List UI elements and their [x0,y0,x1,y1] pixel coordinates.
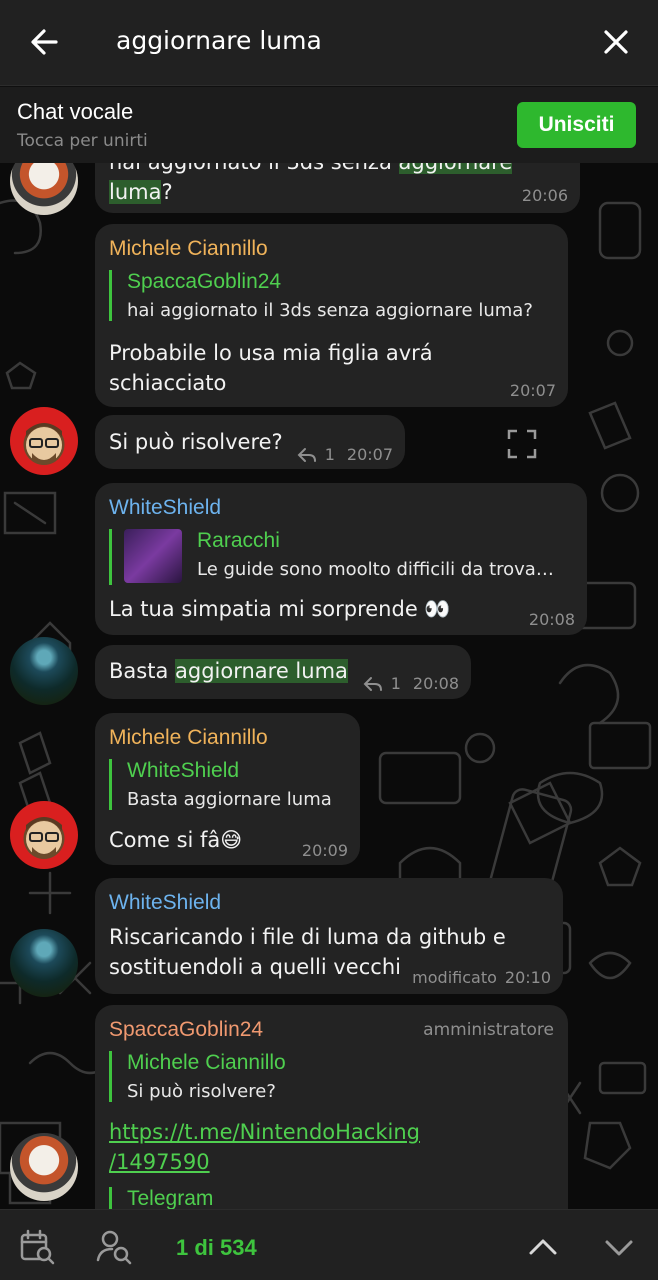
message-bubble[interactable]: hai aggiornato il 3ds senza aggiornare l… [95,163,580,213]
message-link[interactable]: /1497590 [109,1147,210,1177]
search-highlight: luma [109,180,162,204]
message-bubble[interactable]: Michele Ciannillo SpaccaGoblin24 hai agg… [95,224,568,407]
search-bar: aggiornare luma [0,0,658,86]
sender-name[interactable]: Michele Ciannillo [109,726,268,750]
search-result-counter: 1 di 534 [176,1235,257,1260]
message-text: Probabile lo usa mia figlia avrá [109,341,433,365]
reply-count-icon [363,676,382,691]
reply-count-icon [297,447,316,462]
sender-name[interactable]: WhiteShield [109,496,221,520]
edited-label: modificato [412,968,497,987]
message-bubble[interactable]: Si può risolvere? 1 20:07 [95,415,405,469]
reply-count: 1 [324,445,335,464]
reply-text: Si può risolvere? [127,1081,276,1102]
reply-quote[interactable]: SpaccaGoblin24 hai aggiornato il 3ds sen… [109,270,533,321]
avatar[interactable] [10,407,78,475]
sender-name[interactable]: Michele Ciannillo [109,237,268,261]
message-bubble[interactable]: Michele Ciannillo WhiteShield Basta aggi… [95,713,360,865]
message-time: 20:08 [528,610,575,629]
reply-sender: Michele Ciannillo [127,1051,286,1074]
reply-text: Basta aggiornare luma [127,789,332,810]
reply-text: hai aggiornato il 3ds senza aggiornare l… [127,300,533,321]
search-query-input[interactable]: aggiornare luma [116,26,322,55]
user-search-icon[interactable] [95,1228,133,1266]
message-text: sostituendoli a quelli vecchi [109,955,401,979]
message-text: Come si fâ😅 [109,828,243,852]
message-time: 20:07 [509,381,556,400]
avatar[interactable] [10,1133,78,1201]
message-text: hai aggiornato il 3ds senza [109,163,399,174]
search-navigation-bar: 1 di 534 [0,1209,658,1280]
avatar[interactable] [10,637,78,705]
reply-count: 1 [390,674,401,693]
chevron-up-icon[interactable] [524,1228,562,1266]
message-text: Riscaricando i file di luma da github e [109,925,506,949]
reply-quote[interactable]: Raracchi Le guide sono moolto difficili … [109,529,554,585]
message-list[interactable]: hai aggiornato il 3ds senza aggiornare l… [0,163,658,1209]
message-link[interactable]: https://t.me/NintendoHacking [109,1117,420,1147]
link-preview[interactable]: Telegram [109,1187,213,1209]
sender-name[interactable]: WhiteShield [109,891,221,915]
reply-sender: Raracchi [197,529,280,552]
reply-thumbnail [124,529,182,583]
avatar-face-icon [26,423,62,465]
message-time: 20:08 [412,674,459,693]
message-text: ? [161,180,173,204]
message-text: Basta [109,659,175,683]
message-bubble[interactable]: Basta aggiornare luma 1 20:08 [95,645,471,699]
voice-chat-subtitle: Tocca per unirti [17,131,148,151]
close-icon[interactable] [596,22,636,62]
voice-chat-banner[interactable]: Chat vocale Tocca per unirti Unisciti [0,87,658,163]
join-voice-chat-button[interactable]: Unisciti [517,102,636,148]
message-bubble[interactable]: SpaccaGoblin24 amministratore Michele Ci… [95,1005,568,1209]
reply-text: Le guide sono moolto difficili da trova… [197,559,554,580]
message-text: La tua simpatia mi sorprende 👀 [109,597,451,621]
search-highlight: aggiornare [398,163,513,174]
sender-name[interactable]: SpaccaGoblin24 [109,1018,263,1042]
reply-quote[interactable]: Michele Ciannillo Si può risolvere? [109,1051,286,1102]
message-time: 20:06 [521,186,568,205]
avatar-face-icon [26,817,62,859]
message-bubble[interactable]: WhiteShield Raracchi Le guide sono moolt… [95,483,587,635]
message-time: 20:07 [346,445,393,464]
expand-icon[interactable] [505,427,539,461]
reply-quote[interactable]: WhiteShield Basta aggiornare luma [109,759,332,810]
reply-sender: WhiteShield [127,759,240,782]
search-highlight: aggiornare luma [175,659,348,683]
admin-badge: amministratore [423,1020,554,1040]
message-time: 20:09 [301,841,348,860]
avatar[interactable] [10,801,78,869]
link-preview-title: Telegram [127,1187,214,1209]
message-bubble[interactable]: WhiteShield Riscaricando i file di luma … [95,878,563,994]
message-text: schiacciato [109,371,227,395]
back-arrow-icon[interactable] [24,22,64,62]
message-text: Si può risolvere? [109,430,283,454]
chevron-down-icon[interactable] [600,1228,638,1266]
avatar[interactable] [10,929,78,997]
calendar-search-icon[interactable] [18,1228,56,1266]
message-time: 20:10 [504,968,551,987]
reply-sender: SpaccaGoblin24 [127,270,282,293]
voice-chat-title: Chat vocale [17,99,134,124]
